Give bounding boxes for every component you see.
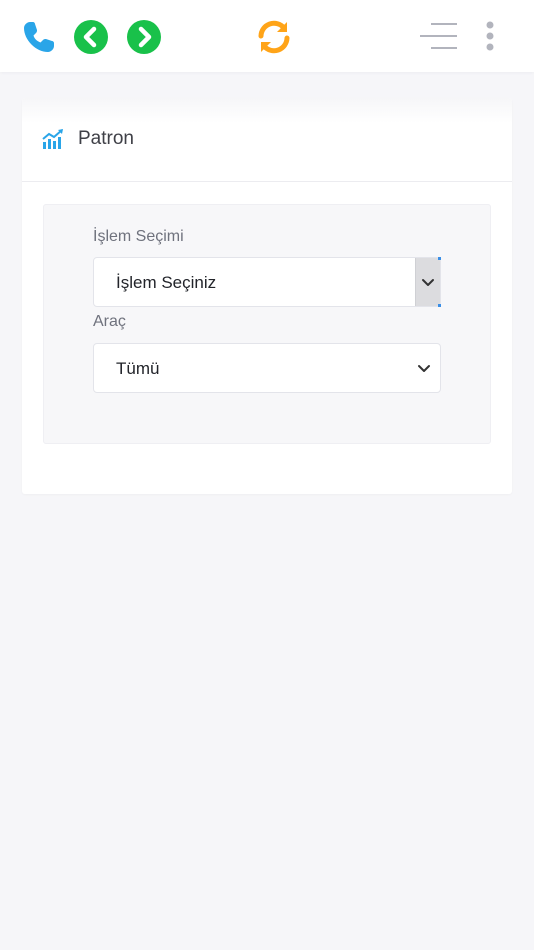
chevron-left-circle-icon [74,20,108,54]
refresh-icon [258,20,290,54]
back-button[interactable] [73,19,109,55]
card-title: Patron [78,128,134,149]
arac-select[interactable]: Tümü [93,343,441,393]
focus-corner [438,257,441,260]
arac-select-value: Tümü [116,359,160,378]
chart-icon [42,128,66,150]
chevron-right-circle-icon [127,20,161,54]
patron-card: Patron İşlem Seçimi İşlem Seçiniz Araç T… [22,98,512,494]
card-header: Patron [22,98,512,182]
vertical-dots-icon [486,21,494,51]
more-button[interactable] [478,20,502,54]
islem-select-dropdown-button[interactable] [415,258,440,306]
chevron-down-icon [422,279,434,286]
islem-select[interactable]: İşlem Seçiniz [93,257,441,307]
top-bar [0,0,534,72]
chevron-down-icon [412,356,436,380]
islem-select-value: İşlem Seçiniz [116,273,217,292]
islem-label: İşlem Seçimi [93,228,184,245]
phone-icon[interactable] [20,18,58,56]
forward-button[interactable] [126,19,162,55]
arac-label: Araç [93,313,126,330]
menu-button[interactable] [417,20,461,54]
form-panel: İşlem Seçimi İşlem Seçiniz Araç Tümü [43,204,491,444]
menu-icon [420,23,457,49]
refresh-button[interactable] [253,16,295,58]
focus-corner [438,304,441,307]
